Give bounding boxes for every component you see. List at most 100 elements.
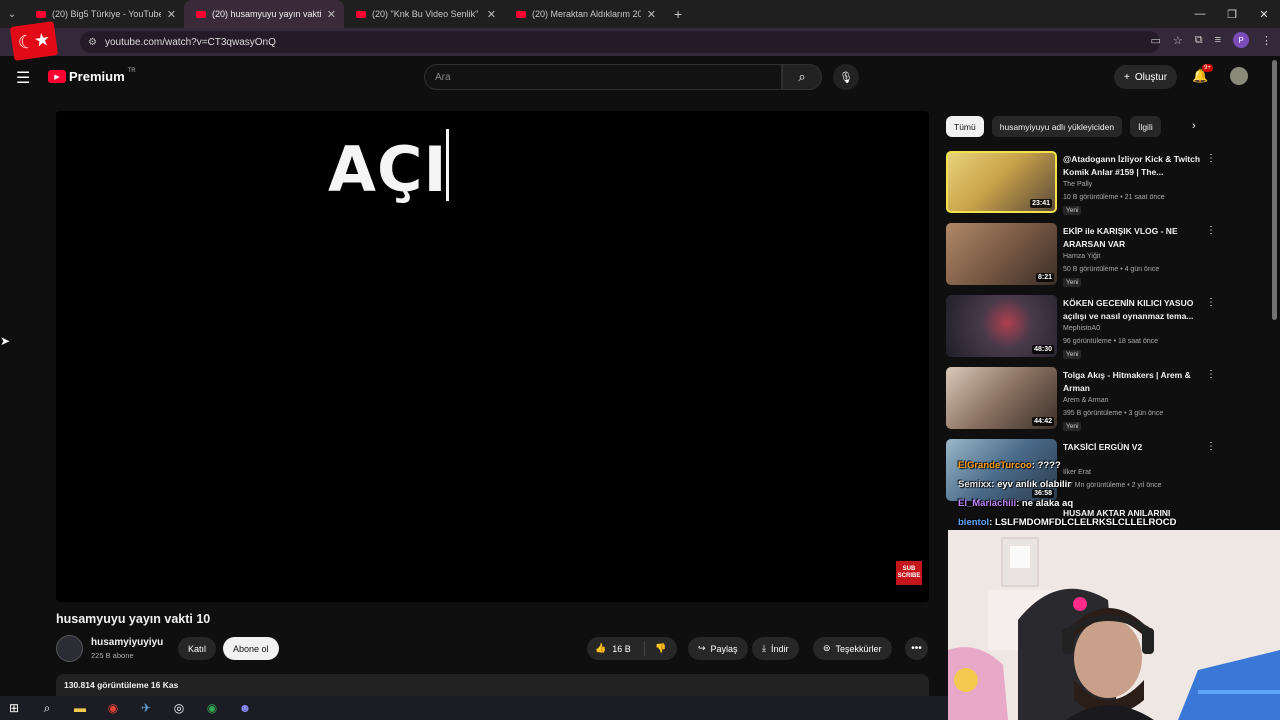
more-options-icon[interactable]: ⋮ (1206, 441, 1216, 452)
like-count: 16 B (612, 643, 631, 654)
chip-from-uploader[interactable]: husamyiyuyu adlı yükleyiciden (991, 116, 1123, 137)
recommendation-chips: Tümü husamyiyuyu adlı yükleyiciden İlgil… (946, 116, 1161, 137)
rec-meta: 10 B görüntüleme • 21 saat önce (1063, 194, 1165, 201)
video-player[interactable]: AÇI SUB SCRIBE (56, 111, 929, 602)
chat-message: : eyv anlık olabilir (991, 479, 1072, 490)
download-button[interactable]: ⤓ İndir (752, 637, 799, 660)
like-button[interactable]: 👍 16 B (587, 641, 645, 656)
chat-line: ElGrandeTurcoo: ???? (958, 456, 1218, 475)
stream-chat-overlay: ElGrandeTurcoo: ???? Semixx: eyv anlık o… (958, 456, 1218, 532)
video-thumbnail[interactable]: 23:41 (946, 151, 1057, 213)
browser-toolbar: ⚙ youtube.com/watch?v=CT3qwasyOnQ ▭ ☆ ⧉ … (0, 28, 1280, 56)
chevron-right-icon[interactable]: › (1192, 120, 1196, 132)
region-code: TR (127, 67, 136, 74)
video-overlay-text: AÇI (328, 133, 448, 206)
video-thumbnail[interactable]: 8:21 (946, 223, 1057, 285)
rec-title: @Atadogann İzliyor Kick & Twitch Komik A… (1063, 154, 1201, 177)
share-button[interactable]: ↪ Paylaş (688, 637, 748, 660)
subscribe-watermark[interactable]: SUB SCRIBE (896, 561, 922, 585)
recommendation-item[interactable]: 8:21 EKİP ile KARIŞIK VLOG - NE ARARSAN … (946, 223, 1216, 289)
search-icon[interactable]: ⌕ (782, 64, 822, 90)
more-options-icon[interactable]: ⋮ (1206, 297, 1216, 308)
tab-title: (20) Big5 Türkiye - YouTube (52, 9, 161, 19)
close-tab-icon[interactable]: ✕ (487, 8, 496, 21)
windows-taskbar: ⊞ ⌕ ▬ ◉ ✈ ◎ ◉ ☻ (0, 696, 948, 720)
browser-tab[interactable]: (20) Meraktan Aldıklarım 2025 ✕ (504, 0, 664, 28)
discord-icon[interactable]: ☻ (237, 701, 253, 715)
browser-tab[interactable]: (20) "Knk Bu Video Senlik" Kick ✕ (344, 0, 504, 28)
bookmark-star-icon[interactable]: ☆ (1173, 34, 1183, 47)
youtube-header: ☰ ▶ Premium TR Ara ⌕ 🎙 + Oluştur 🔔 9+ (0, 56, 1280, 98)
more-options-icon[interactable]: ⋮ (1206, 225, 1216, 236)
browser-tab-active[interactable]: (20) husamyuyu yayın vakti 10 ✕ (184, 0, 344, 28)
chip-related[interactable]: İlgili (1130, 116, 1161, 137)
close-tab-icon[interactable]: ✕ (167, 8, 176, 21)
duration-badge: 23:41 (1030, 199, 1052, 208)
close-tab-icon[interactable]: ✕ (327, 8, 336, 21)
more-options-icon[interactable]: ⋮ (1206, 153, 1216, 164)
share-action: ↪ Paylaş (688, 637, 748, 660)
thanks-button[interactable]: ⊜ Teşekkürler (813, 637, 892, 660)
join-button[interactable]: Katıl (178, 637, 217, 660)
recommendation-item[interactable]: 23:41 @Atadogann İzliyor Kick & Twitch K… (946, 151, 1216, 217)
recommendation-item[interactable]: 48:30 KÖKEN GECENİN KILICI YASUO açılışı… (946, 295, 1216, 361)
menu-icon[interactable]: ☰ (16, 68, 30, 88)
channel-avatar[interactable] (56, 635, 83, 662)
thumbs-up-icon: 👍 (595, 643, 607, 653)
thanks-action: ⊜ Teşekkürler (813, 637, 892, 660)
video-thumbnail[interactable]: 48:30 (946, 295, 1057, 357)
search-icon[interactable]: ⌕ (39, 701, 55, 716)
profile-avatar[interactable]: P (1233, 32, 1249, 48)
youtube-premium-logo[interactable]: ▶ Premium TR (48, 67, 136, 84)
site-info-icon[interactable]: ⚙ (88, 37, 97, 48)
browser-tab-bar: ⌄ (20) Big5 Türkiye - YouTube ✕ (20) hus… (0, 0, 1280, 28)
dislike-button[interactable]: 👎 (645, 643, 677, 654)
minimize-icon[interactable]: — (1184, 8, 1216, 20)
streamer-webcam (948, 530, 1280, 720)
steam-icon[interactable]: ✈ (138, 701, 154, 715)
plus-icon: + (1124, 71, 1130, 83)
chip-all[interactable]: Tümü (946, 116, 984, 137)
cast-icon[interactable]: ▭ (1150, 34, 1160, 47)
close-tab-icon[interactable]: ✕ (647, 8, 656, 21)
restore-icon[interactable]: ❐ (1216, 8, 1248, 21)
browser-menu-icon[interactable]: ⋮ (1261, 34, 1272, 47)
windows-start-icon[interactable]: ⊞ (6, 701, 22, 715)
notifications-icon[interactable]: 🔔 9+ (1192, 64, 1213, 84)
extensions-icon[interactable]: ⧉ (1195, 34, 1203, 47)
new-badge: Yeni (1063, 422, 1082, 431)
search-input[interactable]: Ara (424, 64, 782, 90)
notification-badge: 9+ (1202, 64, 1213, 72)
page-scrollbar[interactable] (1272, 60, 1277, 320)
media-controls-icon[interactable]: ≡ (1215, 34, 1221, 46)
new-tab-icon[interactable]: + (674, 6, 682, 22)
super-thanks-icon: ⊜ (823, 643, 831, 653)
text-caret (446, 129, 449, 201)
more-options-icon[interactable]: ⋮ (1206, 369, 1216, 380)
create-button[interactable]: + Oluştur (1114, 65, 1178, 89)
new-badge: Yeni (1063, 206, 1082, 215)
address-bar[interactable]: ⚙ youtube.com/watch?v=CT3qwasyOnQ (80, 31, 1160, 53)
chrome-icon[interactable]: ◉ (105, 701, 121, 715)
chrome-active-icon[interactable]: ◉ (204, 701, 220, 715)
chat-user: bientol (958, 517, 990, 528)
rec-meta: 395 B görüntüleme • 3 gün önce (1063, 410, 1164, 417)
close-window-icon[interactable]: ✕ (1248, 8, 1280, 21)
more-actions-icon[interactable]: ••• (905, 637, 928, 660)
download-icon: ⤓ (762, 643, 766, 653)
watermark-line2: SCRIBE (897, 573, 921, 579)
duration-badge: 44:42 (1032, 417, 1054, 426)
microphone-icon[interactable]: 🎙 (833, 64, 859, 90)
obs-icon[interactable]: ◎ (171, 701, 187, 715)
webcam-scene (948, 530, 1280, 720)
account-avatar[interactable] (1230, 67, 1248, 85)
screen: ⌄ (20) Big5 Türkiye - YouTube ✕ (20) hus… (0, 0, 1280, 720)
subscribe-button[interactable]: Abone ol (223, 637, 279, 660)
chat-user: El_Mariachiii (958, 498, 1017, 509)
file-explorer-icon[interactable]: ▬ (72, 701, 88, 715)
video-thumbnail[interactable]: 44:42 (946, 367, 1057, 429)
channel-name[interactable]: husamyiyuyiyu (91, 637, 163, 648)
rec-channel: The Pally (1063, 181, 1093, 188)
recommendation-item[interactable]: 44:42 Tolga Akış - Hitmakers | Arem & Ar… (946, 367, 1216, 433)
tab-search-icon[interactable]: ⌄ (0, 2, 24, 26)
